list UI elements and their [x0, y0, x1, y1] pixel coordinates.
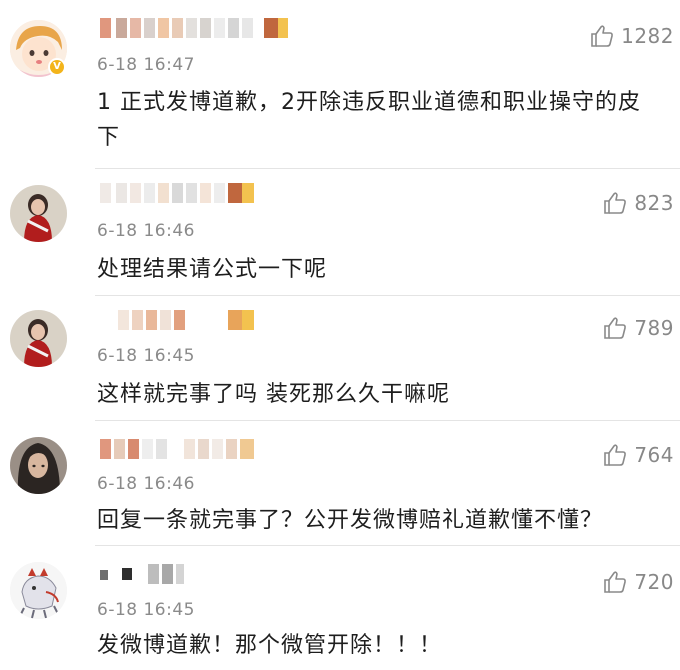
thumbs-up-icon	[604, 571, 627, 593]
comment-text: 这样就完事了吗 装死那么久干嘛呢	[97, 382, 450, 407]
user-avatar[interactable]	[10, 562, 67, 619]
thumbs-up-icon	[604, 317, 627, 339]
verified-badge-icon: V	[48, 58, 66, 76]
comment-text: 1 正式发博道歉，2开除违反职业道德和职业操守的皮下	[97, 90, 641, 150]
like-count: 789	[634, 316, 674, 340]
like-count: 823	[634, 191, 674, 215]
comment-feed: V 6-18 16:47 1282 1 正式发博道歉，2开除违反职业道德和职业操…	[0, 0, 680, 670]
comment-text: 处理结果请公式一下呢	[97, 257, 328, 282]
user-avatar[interactable]	[10, 310, 67, 367]
like-button[interactable]: 720	[602, 568, 674, 596]
comment-time: 6-18 16:47	[97, 55, 195, 75]
comment-item: 6-18 16:45 789 这样就完事了吗 装死那么久干嘛呢	[0, 296, 680, 420]
comment-item: 6-18 16:46 823 处理结果请公式一下呢	[0, 169, 680, 295]
like-count: 720	[634, 570, 674, 594]
thumbs-up-icon	[591, 25, 613, 47]
like-button[interactable]: 1282	[589, 22, 674, 50]
comment-time: 6-18 16:45	[97, 600, 195, 620]
comment-text: 发微博道歉！那个微管开除！！！	[97, 633, 443, 658]
like-button[interactable]: 823	[602, 189, 674, 217]
comment-item: 6-18 16:45 720 发微博道歉！那个微管开除！！！	[0, 546, 680, 670]
user-avatar[interactable]	[10, 185, 67, 242]
like-button[interactable]: 789	[602, 314, 674, 342]
comment-item: 6-18 16:46 764 回复一条就完事了？公开发微博赔礼道歉懂不懂？	[0, 421, 680, 545]
like-count: 1282	[621, 24, 674, 48]
comment-item: V 6-18 16:47 1282 1 正式发博道歉，2开除违反职业道德和职业操…	[0, 0, 680, 168]
comment-time: 6-18 16:45	[97, 346, 195, 366]
comment-time: 6-18 16:46	[97, 474, 195, 494]
comment-text: 回复一条就完事了？公开发微博赔礼道歉懂不懂？	[97, 508, 604, 533]
user-avatar[interactable]	[10, 437, 67, 494]
like-button[interactable]: 764	[602, 441, 674, 469]
like-count: 764	[634, 443, 674, 467]
thumbs-up-icon	[604, 444, 627, 466]
thumbs-up-icon	[604, 192, 627, 214]
comment-time: 6-18 16:46	[97, 221, 195, 241]
